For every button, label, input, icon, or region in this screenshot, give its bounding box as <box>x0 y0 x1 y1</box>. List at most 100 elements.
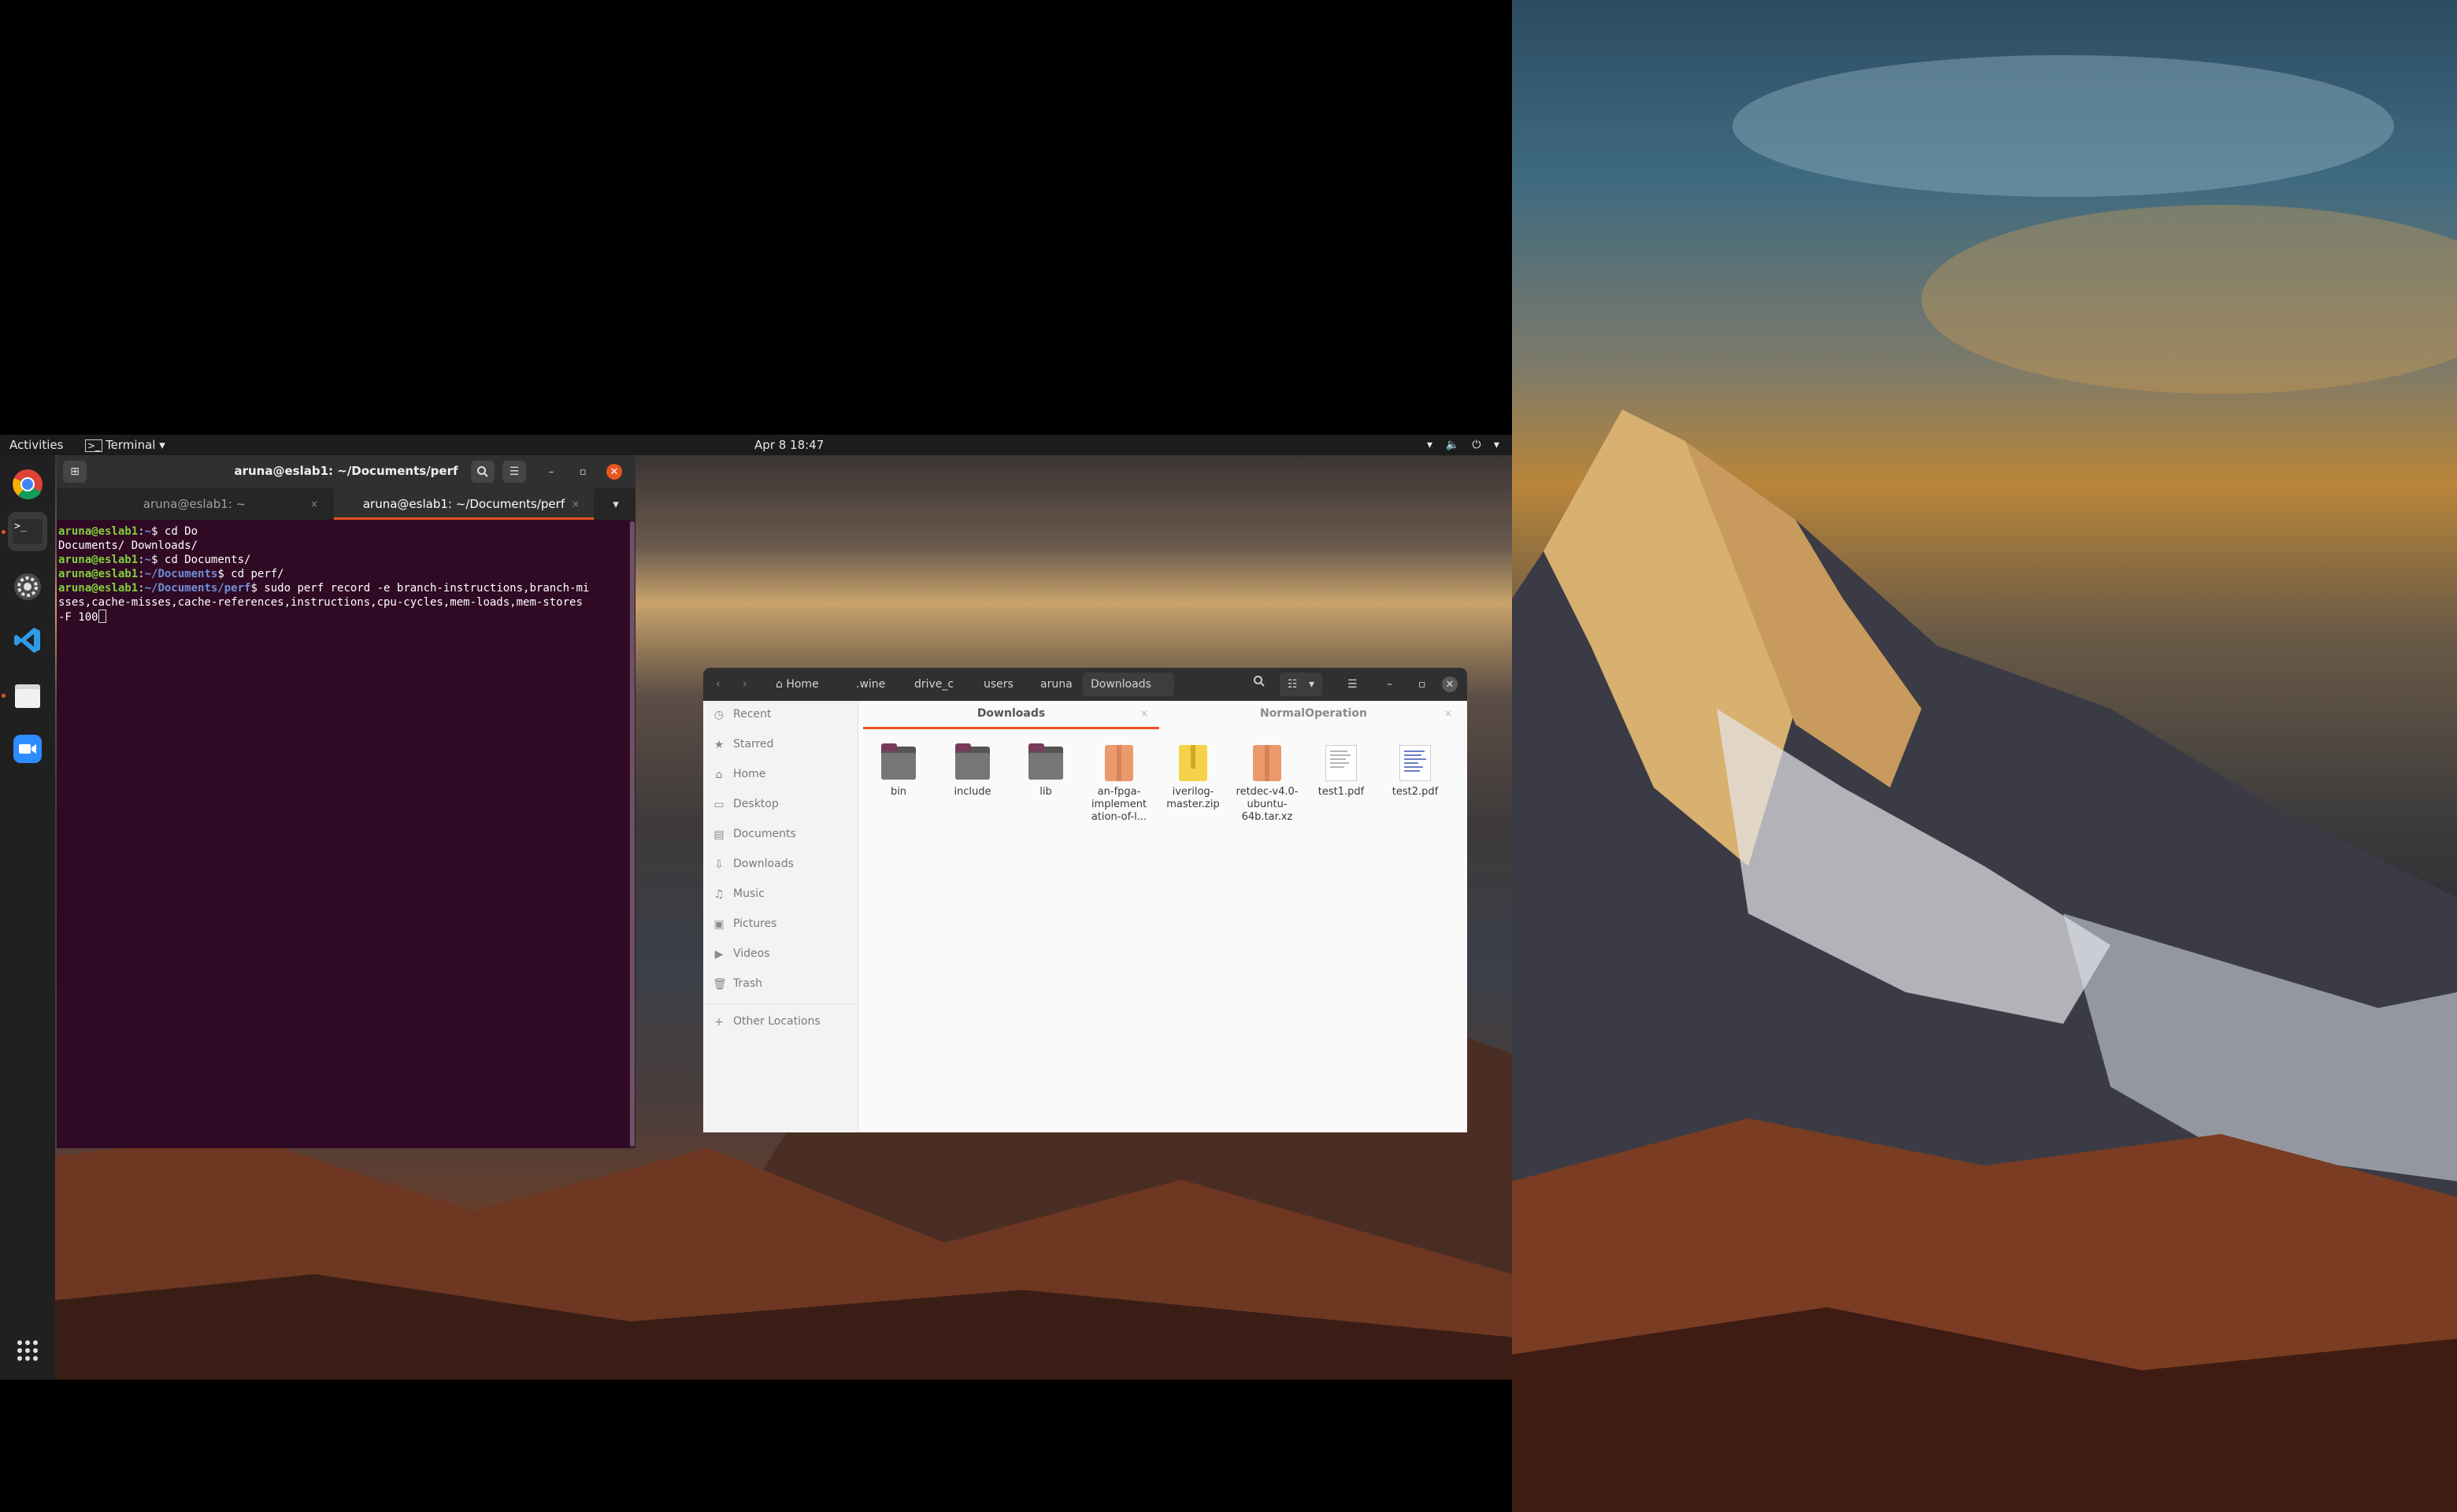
app-menu[interactable]: >_ Terminal ▾ <box>85 435 165 456</box>
search-button[interactable] <box>471 461 495 483</box>
search-button[interactable] <box>1245 673 1273 696</box>
breadcrumb-label: Downloads <box>1091 678 1151 691</box>
prompt-path: ~ <box>144 525 152 538</box>
terminal-line: Documents/ Downloads/ <box>58 539 198 552</box>
sidebar-item-label: Trash <box>733 977 762 990</box>
tab-close-icon[interactable]: × <box>1140 701 1148 726</box>
breadcrumb-users[interactable]: users <box>976 673 1021 696</box>
file-item-test1[interactable]: test1.pdf <box>1306 743 1377 799</box>
sidebar-item-desktop[interactable]: ▭ Desktop <box>703 791 858 821</box>
forward-button[interactable]: › <box>735 673 755 696</box>
breadcrumb-wine[interactable]: .wine <box>848 673 893 696</box>
chrome-icon[interactable] <box>8 465 47 504</box>
file-item-an-fpga[interactable]: an-fpga- implement ation-of-l... <box>1084 743 1154 824</box>
prompt-path: ~/Documents/perf <box>144 582 251 595</box>
file-item-include[interactable]: include <box>937 743 1008 799</box>
close-icon: ✕ <box>1445 678 1455 691</box>
tab-close-icon[interactable]: × <box>572 488 580 520</box>
tab-downloads[interactable]: Downloads × <box>863 701 1159 729</box>
folder-icon <box>1027 743 1065 783</box>
folder-icon <box>954 743 991 783</box>
chevron-down-icon: ▾ <box>613 497 619 511</box>
scrollbar-thumb[interactable] <box>630 521 635 1147</box>
gear-icon <box>14 573 41 600</box>
tab-perf[interactable]: aruna@eslab1: ~/Documents/perf × <box>334 488 594 520</box>
hamburger-icon: ☰ <box>509 465 520 478</box>
file-name: lib <box>1040 786 1052 798</box>
maximize-button[interactable]: ▫ <box>575 464 591 480</box>
file-name: test1.pdf <box>1317 786 1365 798</box>
terminal-scrollbar[interactable] <box>629 520 636 1148</box>
clock[interactable]: Apr 8 18:47 <box>754 435 824 455</box>
system-menu[interactable]: ▾ 🔈 ⏻ ▾ <box>1427 435 1504 455</box>
file-name: include <box>954 786 991 798</box>
breadcrumb-drive-c[interactable]: drive_c <box>906 673 962 696</box>
sidebar-item-label: Starred <box>733 738 774 750</box>
zoom-icon[interactable] <box>8 729 47 769</box>
sidebar-divider <box>703 1003 858 1004</box>
breadcrumb-aruna[interactable]: aruna <box>1032 673 1080 696</box>
tab-dropdown-button[interactable]: ▾ <box>600 488 632 520</box>
sidebar-item-documents[interactable]: ▤ Documents <box>703 821 858 850</box>
list-view-icon: ☷ <box>1288 678 1298 691</box>
close-button[interactable]: ✕ <box>606 464 622 480</box>
files-icon[interactable] <box>8 676 47 715</box>
tab-close-icon[interactable]: × <box>310 488 318 520</box>
file-item-bin[interactable]: bin <box>863 743 934 799</box>
terminal-output[interactable]: aruna@eslab1:~$ cd Do Documents/ Download… <box>57 520 631 1148</box>
file-item-retdec[interactable]: retdec-v4.0- ubuntu- 64b.tar.xz <box>1232 743 1303 824</box>
tab-close-icon[interactable]: × <box>1444 701 1452 726</box>
trash-icon: 🗑 <box>713 978 727 991</box>
command-text: $ cd perf/ <box>217 568 284 580</box>
file-item-test2[interactable]: test2.pdf <box>1380 743 1451 799</box>
menu-button[interactable]: ☰ <box>502 461 526 483</box>
sidebar-item-videos[interactable]: ▶ Videos <box>703 940 858 970</box>
view-options-button[interactable]: ☷ ▾ <box>1280 673 1323 696</box>
sidebar-item-starred[interactable]: ★ Starred <box>703 731 858 761</box>
search-icon <box>477 466 488 477</box>
sidebar-item-music[interactable]: ♫ Music <box>703 880 858 910</box>
sidebar-item-other-locations[interactable]: + Other Locations <box>703 1008 858 1038</box>
prompt-user: aruna@eslab1 <box>58 525 139 538</box>
sidebar-item-label: Desktop <box>733 798 779 810</box>
command-text: -F 100 <box>58 611 98 624</box>
file-name: retdec-v4.0- ubuntu- 64b.tar.xz <box>1236 786 1299 823</box>
settings-icon[interactable] <box>8 567 47 606</box>
folder-app-icon <box>15 684 40 708</box>
sidebar-item-label: Recent <box>733 708 772 721</box>
activities-button[interactable]: Activities <box>9 435 63 455</box>
sidebar-item-home[interactable]: ⌂ Home <box>703 761 858 791</box>
close-icon: ✕ <box>610 465 619 478</box>
music-icon: ♫ <box>713 888 724 901</box>
pdf-icon <box>1322 743 1360 783</box>
file-item-lib[interactable]: lib <box>1010 743 1081 799</box>
app-grid-icon[interactable] <box>8 1331 47 1370</box>
sidebar-item-downloads[interactable]: ⇩ Downloads <box>703 850 858 880</box>
minimize-button[interactable]: – <box>1379 673 1400 696</box>
tab-normaloperation[interactable]: NormalOperation × <box>1164 701 1463 729</box>
terminal-line: aruna@eslab1:~/Documents/perf$ sudo perf… <box>58 581 631 595</box>
text-cursor <box>98 610 106 623</box>
vscode-icon[interactable] <box>8 621 47 660</box>
breadcrumb-downloads[interactable]: Downloads ▾ <box>1083 673 1174 714</box>
breadcrumb-home[interactable]: ⌂ Home <box>768 673 827 696</box>
command-text: $ sudo perf record -e branch-instruction… <box>250 582 590 595</box>
files-tab-bar: Downloads × NormalOperation × <box>858 701 1467 729</box>
minimize-button[interactable]: – <box>543 464 559 480</box>
tab-home[interactable]: aruna@eslab1: ~ × <box>57 488 332 520</box>
menu-button[interactable]: ☰ <box>1340 673 1366 696</box>
terminal-icon[interactable]: >_ <box>8 512 47 551</box>
grid-dots-icon <box>17 1340 38 1361</box>
documents-icon: ▤ <box>713 828 724 841</box>
mountain-peak-illustration <box>1512 55 2457 1512</box>
sidebar-item-recent[interactable]: ◷ Recent <box>703 701 858 731</box>
file-item-iverilog[interactable]: iverilog- master.zip <box>1158 743 1228 811</box>
close-button[interactable]: ✕ <box>1442 676 1458 692</box>
sidebar-item-trash[interactable]: 🗑 Trash <box>703 970 858 1000</box>
maximize-icon: ▫ <box>579 465 587 478</box>
maximize-button[interactable]: ▫ <box>1410 673 1434 696</box>
back-button[interactable]: ‹ <box>708 673 728 696</box>
sidebar-item-pictures[interactable]: ▣ Pictures <box>703 910 858 940</box>
downloads-icon: ⇩ <box>714 858 724 871</box>
file-name: iverilog- master.zip <box>1166 786 1220 810</box>
